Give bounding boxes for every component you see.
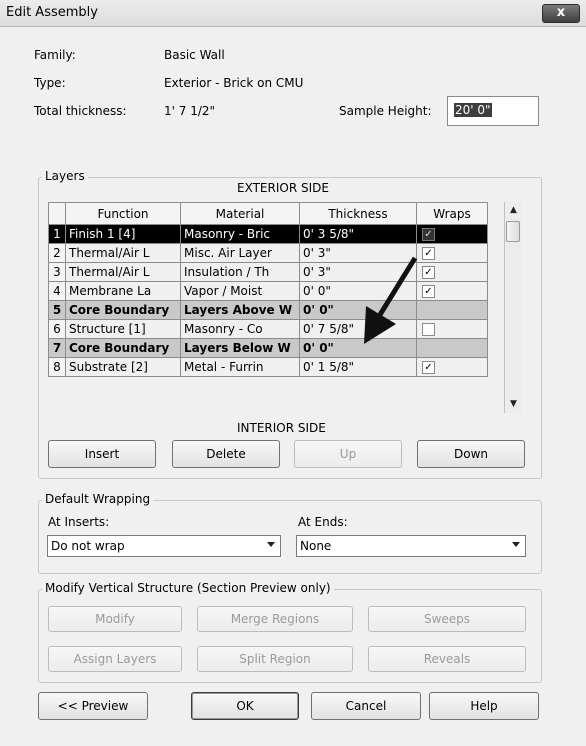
wraps-cell: [416, 338, 488, 358]
arrow-annotation-icon: [364, 256, 418, 344]
thickness-cell[interactable]: 0' 3 5/8": [299, 224, 417, 244]
material-cell[interactable]: Masonry - Bric: [180, 224, 300, 244]
at-inserts-value: Do not wrap: [51, 539, 125, 553]
wraps-cell[interactable]: ✓: [416, 224, 488, 244]
row-number[interactable]: 3: [48, 262, 66, 282]
wraps-checkbox[interactable]: ✓: [422, 247, 435, 260]
scroll-up-icon[interactable]: ▲: [505, 202, 522, 218]
wraps-cell[interactable]: ✓: [416, 243, 488, 263]
row-number[interactable]: 1: [48, 224, 66, 244]
at-inserts-label: At Inserts:: [48, 515, 110, 529]
total-thickness-value: 1' 7 1/2": [164, 104, 216, 118]
function-cell[interactable]: Membrane La: [65, 281, 181, 301]
wraps-cell[interactable]: [416, 319, 488, 339]
type-value: Exterior - Brick on CMU: [164, 76, 304, 90]
exterior-side-label: EXTERIOR SIDE: [237, 181, 329, 195]
sweeps-button[interactable]: Sweeps: [368, 606, 526, 632]
sample-height-value: 20' 0": [454, 103, 492, 117]
modify-vertical-structure-title: Modify Vertical Structure (Section Previ…: [42, 581, 334, 595]
at-inserts-dropdown[interactable]: Do not wrap: [47, 535, 281, 557]
function-cell[interactable]: Finish 1 [4]: [65, 224, 181, 244]
chevron-down-icon: [267, 542, 275, 547]
column-header-material[interactable]: Material: [180, 202, 300, 225]
wraps-checkbox[interactable]: ✓: [422, 266, 435, 279]
close-icon: x: [556, 5, 566, 20]
sample-height-label: Sample Height:: [339, 104, 432, 118]
material-cell[interactable]: Layers Below W: [180, 338, 300, 358]
at-ends-dropdown[interactable]: None: [296, 535, 526, 557]
column-header-thickness[interactable]: Thickness: [299, 202, 417, 225]
row-number[interactable]: 2: [48, 243, 66, 263]
cancel-button[interactable]: Cancel: [311, 692, 421, 720]
wraps-checkbox[interactable]: [422, 323, 435, 336]
total-thickness-label: Total thickness:: [34, 104, 127, 118]
row-number-header: [48, 202, 66, 225]
material-cell[interactable]: Metal - Furrin: [180, 357, 300, 377]
wraps-cell[interactable]: ✓: [416, 357, 488, 377]
delete-button[interactable]: Delete: [172, 440, 280, 468]
close-button[interactable]: x: [542, 4, 580, 23]
up-button[interactable]: Up: [294, 440, 402, 468]
down-button[interactable]: Down: [417, 440, 525, 468]
split-region-button[interactable]: Split Region: [197, 646, 353, 672]
wraps-checkbox[interactable]: ✓: [422, 228, 435, 241]
at-ends-value: None: [300, 539, 332, 553]
ok-button[interactable]: OK: [191, 692, 299, 720]
wraps-cell: [416, 300, 488, 320]
layers-table: Function Material Thickness Wraps 1 Finis…: [48, 202, 488, 377]
modify-button[interactable]: Modify: [48, 606, 182, 632]
material-cell[interactable]: Misc. Air Layer: [180, 243, 300, 263]
sample-height-input[interactable]: 20' 0": [447, 96, 539, 126]
column-header-wraps[interactable]: Wraps: [416, 202, 488, 225]
material-cell[interactable]: Vapor / Moist: [180, 281, 300, 301]
function-cell[interactable]: Thermal/Air L: [65, 243, 181, 263]
row-number[interactable]: 7: [48, 338, 66, 358]
wraps-checkbox[interactable]: ✓: [422, 361, 435, 374]
help-button[interactable]: Help: [429, 692, 539, 720]
wraps-cell[interactable]: ✓: [416, 262, 488, 282]
title-bar: Edit Assembly x: [0, 0, 586, 27]
table-row[interactable]: 8 Substrate [2] Metal - Furrin 0' 1 5/8" ✓: [48, 357, 488, 377]
layers-group-title: Layers: [42, 169, 88, 183]
default-wrapping-title: Default Wrapping: [42, 492, 154, 506]
family-label: Family:: [34, 48, 76, 62]
window-title: Edit Assembly: [6, 5, 98, 20]
insert-button[interactable]: Insert: [48, 440, 156, 468]
function-cell[interactable]: Core Boundary: [65, 300, 181, 320]
function-cell[interactable]: Thermal/Air L: [65, 262, 181, 282]
wraps-cell[interactable]: ✓: [416, 281, 488, 301]
row-number[interactable]: 8: [48, 357, 66, 377]
table-header-row: Function Material Thickness Wraps: [48, 202, 488, 225]
function-cell[interactable]: Core Boundary: [65, 338, 181, 358]
function-cell[interactable]: Substrate [2]: [65, 357, 181, 377]
material-cell[interactable]: Masonry - Co: [180, 319, 300, 339]
wraps-checkbox[interactable]: ✓: [422, 285, 435, 298]
thickness-cell[interactable]: 0' 1 5/8": [299, 357, 417, 377]
merge-regions-button[interactable]: Merge Regions: [197, 606, 353, 632]
table-row[interactable]: 1 Finish 1 [4] Masonry - Bric 0' 3 5/8" ✓: [48, 224, 488, 244]
scroll-thumb[interactable]: [506, 221, 520, 242]
scroll-down-icon[interactable]: ▼: [505, 396, 522, 412]
function-cell[interactable]: Structure [1]: [65, 319, 181, 339]
chevron-down-icon: [512, 542, 520, 547]
row-number[interactable]: 5: [48, 300, 66, 320]
material-cell[interactable]: Layers Above W: [180, 300, 300, 320]
reveals-button[interactable]: Reveals: [368, 646, 526, 672]
row-number[interactable]: 4: [48, 281, 66, 301]
material-cell[interactable]: Insulation / Th: [180, 262, 300, 282]
interior-side-label: INTERIOR SIDE: [237, 421, 326, 435]
column-header-function[interactable]: Function: [65, 202, 181, 225]
row-number[interactable]: 6: [48, 319, 66, 339]
layers-scrollbar[interactable]: ▲ ▼: [504, 202, 522, 413]
at-ends-label: At Ends:: [298, 515, 348, 529]
type-label: Type:: [34, 76, 66, 90]
family-value: Basic Wall: [164, 48, 225, 62]
assign-layers-button[interactable]: Assign Layers: [48, 646, 182, 672]
preview-button[interactable]: << Preview: [38, 692, 148, 720]
